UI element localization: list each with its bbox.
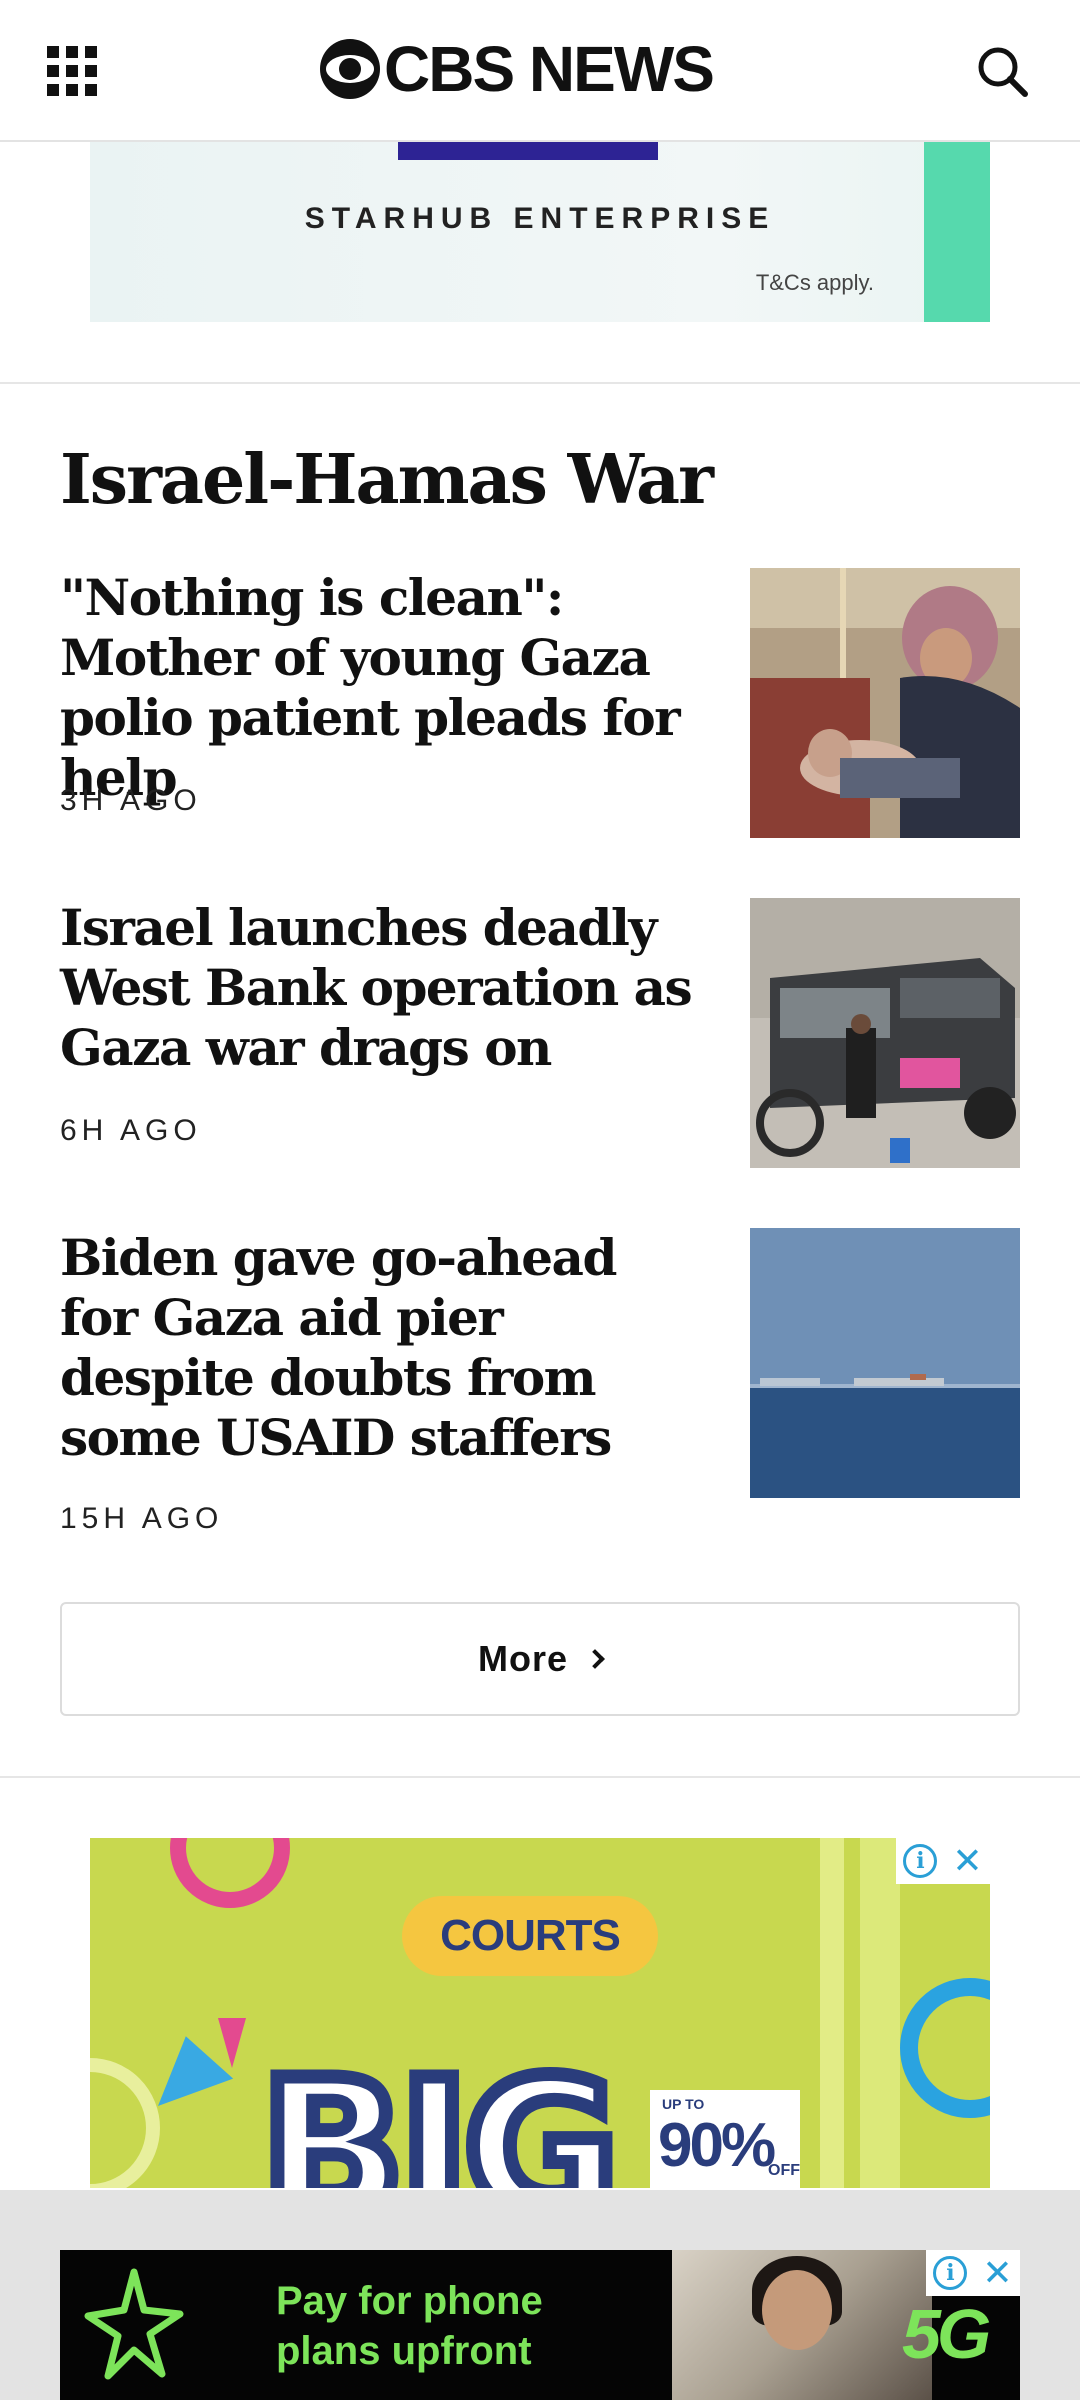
article-headline[interactable]: Israel launches deadly West Bank operati… xyxy=(60,898,700,1078)
top-header: CBS NEWS xyxy=(0,0,1080,142)
more-button-label: More xyxy=(477,1638,568,1679)
sea-pier-photo xyxy=(750,1228,1020,1498)
armored-vehicle-photo xyxy=(750,898,1020,1168)
5g-badge: 5G xyxy=(902,2295,991,2373)
logo-text: CBS NEWS xyxy=(384,33,715,105)
starhub-ad-banner[interactable]: STARHUB ENTERPRISE T&Cs apply. xyxy=(90,142,990,322)
info-icon[interactable]: i xyxy=(933,2256,968,2290)
ad-terms-text: T&Cs apply. xyxy=(755,270,874,295)
star-logo-icon xyxy=(84,2268,184,2380)
discount-badge: UP TO 90% OFF xyxy=(650,2090,800,2188)
chevron-right-icon xyxy=(585,1649,605,1669)
ad-choices[interactable]: i ✕ xyxy=(896,1838,990,1884)
article-thumbnail[interactable] xyxy=(750,898,1020,1168)
article-thumbnail[interactable] xyxy=(750,568,1020,838)
woman-phone-photo xyxy=(672,2250,932,2400)
cbs-news-logo[interactable]: CBS NEWS xyxy=(320,33,715,105)
phone-plan-ad-banner[interactable]: Pay for phone plans upfront 5G i ✕ xyxy=(60,2250,1020,2400)
ad-copy-line: Pay for phone xyxy=(276,2279,543,2323)
ad-copy: Pay for phone plans upfront xyxy=(276,2276,543,2376)
close-icon[interactable]: ✕ xyxy=(952,1843,982,1879)
article-headline[interactable]: "Nothing is clean": Mother of young Gaza… xyxy=(60,568,700,808)
article-headline[interactable]: Biden gave go-ahead for Gaza aid pier de… xyxy=(60,1228,700,1468)
ad-accent-bar xyxy=(398,142,658,160)
section-divider xyxy=(0,1776,1080,1778)
pink-ring-decoration xyxy=(170,1838,290,1908)
pink-triangle-decoration xyxy=(218,2018,246,2068)
courts-ad-banner[interactable]: COURTS BIG UP TO 90% OFF i ✕ xyxy=(90,1838,990,2188)
search-icon[interactable] xyxy=(975,44,1029,98)
grid-menu-icon[interactable] xyxy=(47,46,97,96)
mother-child-photo xyxy=(750,568,1020,838)
ad-choices[interactable]: i ✕ xyxy=(926,2250,1020,2296)
cbs-eye-icon xyxy=(320,39,380,99)
ad-stripe xyxy=(820,1838,844,2188)
section-title[interactable]: Israel-Hamas War xyxy=(60,440,714,520)
discount-percent: 90% xyxy=(658,2111,776,2180)
ad-brand-text: STARHUB ENTERPRISE xyxy=(304,202,776,235)
courts-logo: COURTS xyxy=(402,1896,658,1976)
more-button[interactable]: More xyxy=(60,1602,1020,1716)
ad-big-text: BIG xyxy=(253,2039,626,2189)
ad-stripe xyxy=(860,1838,900,2188)
article-time: 15H AGO xyxy=(60,1502,224,1535)
info-icon[interactable]: i xyxy=(903,1844,938,1878)
discount-off: OFF xyxy=(768,2162,800,2179)
courts-logo-text: COURTS xyxy=(440,1911,621,1960)
ad-copy-line: plans upfront xyxy=(276,2329,532,2373)
section-divider xyxy=(0,382,1080,384)
close-icon[interactable]: ✕ xyxy=(982,2255,1012,2291)
article-time: 3H AGO xyxy=(60,784,202,817)
article-time: 6H AGO xyxy=(60,1114,202,1147)
blue-ring-decoration xyxy=(900,1978,990,2118)
article-thumbnail[interactable] xyxy=(750,1228,1020,1498)
